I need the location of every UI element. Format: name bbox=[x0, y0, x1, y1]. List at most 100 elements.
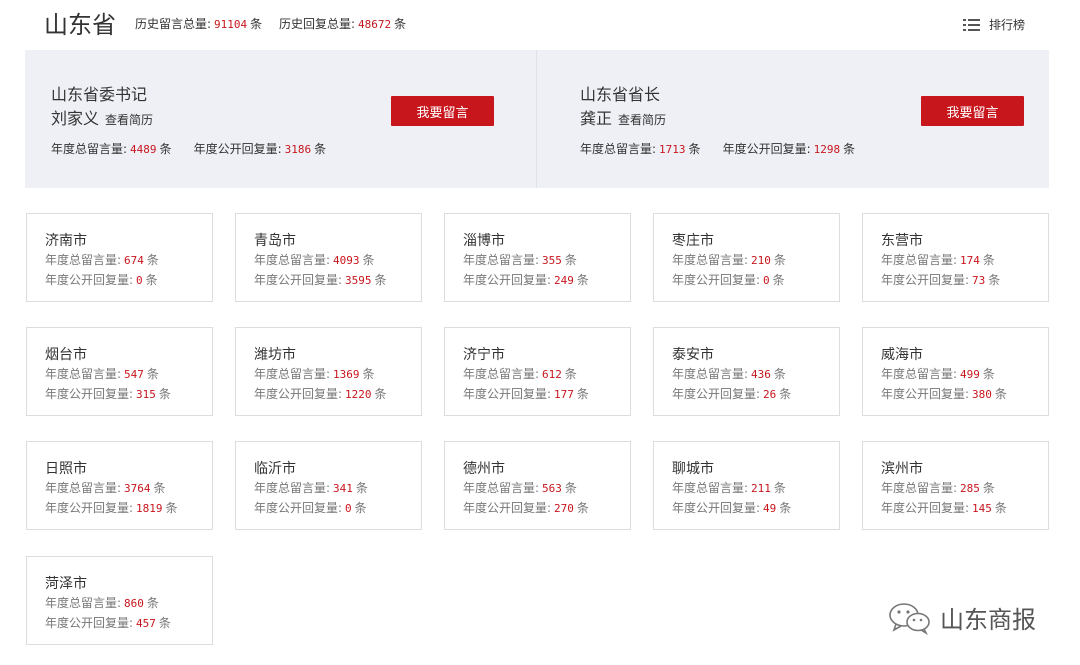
replies-label: 年度公开回复量: bbox=[463, 387, 552, 401]
city-card[interactable]: 烟台市 年度总留言量: 547 条年度公开回复量: 315 条 bbox=[26, 327, 213, 416]
city-messages: 年度总留言量: 355 条 bbox=[463, 251, 577, 268]
list-icon bbox=[963, 17, 981, 33]
city-card[interactable]: 淄博市 年度总留言量: 355 条年度公开回复量: 249 条 bbox=[444, 213, 631, 302]
messages-unit: 条 bbox=[146, 596, 159, 610]
replies-label: 年度公开回复量: bbox=[463, 273, 552, 287]
messages-label: 年度总留言量: bbox=[45, 481, 122, 495]
city-card[interactable]: 日照市 年度总留言量: 3764 条年度公开回复量: 1819 条 bbox=[26, 441, 213, 530]
city-messages: 年度总留言量: 211 条 bbox=[672, 479, 786, 496]
messages-value: 341 bbox=[333, 482, 353, 495]
city-card[interactable]: 枣庄市年度总留言量: 210 条年度公开回复量: 0 条 bbox=[653, 213, 840, 302]
city-card[interactable]: 泰安市 年度总留言量: 436 条年度公开回复量: 26 条 bbox=[653, 327, 840, 416]
history-messages-label: 历史留言总量: bbox=[135, 17, 212, 31]
replies-label: 年度公开回复量: bbox=[881, 387, 970, 401]
city-messages: 年度总留言量: 499 条 bbox=[881, 365, 995, 382]
leader-name: 龚正 bbox=[580, 109, 613, 128]
messages-label: 年度总留言量: bbox=[254, 367, 331, 381]
replies-label: 年度公开回复量: bbox=[45, 616, 134, 630]
messages-value: 355 bbox=[542, 254, 562, 267]
view-resume-link[interactable]: 查看简历 bbox=[105, 113, 153, 127]
replies-unit: 条 bbox=[374, 273, 387, 287]
messages-unit: 条 bbox=[982, 253, 995, 267]
city-name: 枣庄市 bbox=[672, 233, 714, 249]
replies-value: 1220 bbox=[345, 388, 372, 401]
city-card[interactable]: 临沂市 年度总留言量: 341 条年度公开回复量: 0 条 bbox=[235, 441, 422, 530]
messages-value: 174 bbox=[960, 254, 980, 267]
messages-label: 年度总留言量: bbox=[254, 253, 331, 267]
city-card[interactable]: 德州市 年度总留言量: 563 条年度公开回复量: 270 条 bbox=[444, 441, 631, 530]
messages-label: 年度总留言量: bbox=[463, 253, 540, 267]
city-replies: 年度公开回复量: 3595 条 bbox=[254, 271, 387, 288]
city-messages: 年度总留言量: 210 条 bbox=[672, 251, 786, 268]
city-card[interactable]: 济南市 年度总留言量: 674 条年度公开回复量: 0 条 bbox=[26, 213, 213, 302]
replies-unit: 条 bbox=[988, 273, 1001, 287]
messages-value: 547 bbox=[124, 368, 144, 381]
city-card[interactable]: 聊城市 年度总留言量: 211 条年度公开回复量: 49 条 bbox=[653, 441, 840, 530]
city-replies: 年度公开回复量: 1220 条 bbox=[254, 385, 387, 402]
replies-unit: 条 bbox=[994, 387, 1007, 401]
replies-unit: 条 bbox=[772, 273, 785, 287]
city-replies: 年度公开回复量: 0 条 bbox=[672, 271, 785, 288]
city-messages: 年度总留言量: 547 条 bbox=[45, 365, 159, 382]
leave-message-button[interactable]: 我要留言 bbox=[391, 96, 494, 126]
leader-card-secretary: 山东省委书记 刘家义 查看简历 年度总留言量: 4489 条年度公开回复量: 3186 条… bbox=[25, 50, 536, 188]
replies-unit: 条 bbox=[145, 273, 158, 287]
replies-label: 年度公开回复量: bbox=[45, 387, 134, 401]
messages-unit: 条 bbox=[773, 367, 786, 381]
watermark: 山东商报 bbox=[888, 600, 1036, 635]
replies-label: 年度公开回复量: bbox=[254, 387, 343, 401]
city-name: 滨州市 bbox=[881, 461, 923, 477]
city-replies: 年度公开回复量: 315 条 bbox=[45, 385, 171, 402]
view-resume-link[interactable]: 查看简历 bbox=[618, 113, 666, 127]
replies-value: 270 bbox=[554, 502, 574, 515]
messages-unit: 条 bbox=[159, 142, 172, 156]
replies-label: 年度公开回复量: bbox=[672, 501, 761, 515]
city-card[interactable]: 青岛市 年度总留言量: 4093 条年度公开回复量: 3595 条 bbox=[235, 213, 422, 302]
city-card[interactable]: 菏泽市 年度总留言量: 860 条年度公开回复量: 457 条 bbox=[26, 556, 213, 645]
city-replies: 年度公开回复量: 0 条 bbox=[254, 499, 367, 516]
ranking-link[interactable]: 排行榜 bbox=[963, 16, 1025, 33]
messages-unit: 条 bbox=[146, 367, 159, 381]
city-replies: 年度公开回复量: 1819 条 bbox=[45, 499, 178, 516]
messages-unit: 条 bbox=[362, 367, 375, 381]
city-name: 东营市 bbox=[881, 233, 923, 249]
messages-label: 年度总留言量: bbox=[672, 367, 749, 381]
messages-unit: 条 bbox=[688, 142, 701, 156]
leaders-panel: 山东省委书记 刘家义 查看简历 年度总留言量: 4489 条年度公开回复量: 3186 条… bbox=[25, 50, 1049, 188]
city-name: 临沂市 bbox=[254, 461, 296, 477]
messages-value: 285 bbox=[960, 482, 980, 495]
province-title: 山东省 bbox=[44, 11, 116, 39]
leader-stats: 年度总留言量: 1713 条年度公开回复量: 1298 条 bbox=[580, 140, 855, 157]
city-card[interactable]: 滨州市 年度总留言量: 285 条年度公开回复量: 145 条 bbox=[862, 441, 1049, 530]
replies-value: 380 bbox=[972, 388, 992, 401]
leave-message-button[interactable]: 我要留言 bbox=[921, 96, 1024, 126]
history-messages-unit: 条 bbox=[250, 17, 263, 31]
messages-label: 年度总留言量: bbox=[881, 367, 958, 381]
messages-label: 年度总留言量: bbox=[463, 481, 540, 495]
city-name: 菏泽市 bbox=[45, 576, 87, 592]
city-card[interactable]: 威海市 年度总留言量: 499 条年度公开回复量: 380 条 bbox=[862, 327, 1049, 416]
messages-value: 4093 bbox=[333, 254, 360, 267]
city-name: 德州市 bbox=[463, 461, 505, 477]
history-replies-unit: 条 bbox=[394, 17, 407, 31]
leader-title: 山东省省长 bbox=[580, 85, 661, 104]
city-card[interactable]: 济宁市 年度总留言量: 612 条年度公开回复量: 177 条 bbox=[444, 327, 631, 416]
city-name: 聊城市 bbox=[672, 461, 714, 477]
messages-label: 年度总留言量: bbox=[580, 142, 657, 156]
messages-unit: 条 bbox=[564, 367, 577, 381]
replies-unit: 条 bbox=[165, 501, 178, 515]
replies-value: 3595 bbox=[345, 274, 372, 287]
city-messages: 年度总留言量: 674 条 bbox=[45, 251, 159, 268]
replies-value: 0 bbox=[136, 274, 143, 287]
watermark-text: 山东商报 bbox=[940, 606, 1036, 634]
city-messages: 年度总留言量: 612 条 bbox=[463, 365, 577, 382]
city-messages: 年度总留言量: 436 条 bbox=[672, 365, 786, 382]
city-card[interactable]: 东营市 年度总留言量: 174 条年度公开回复量: 73 条 bbox=[862, 213, 1049, 302]
replies-unit: 条 bbox=[779, 501, 792, 515]
city-messages: 年度总留言量: 174 条 bbox=[881, 251, 995, 268]
city-card[interactable]: 潍坊市 年度总留言量: 1369 条年度公开回复量: 1220 条 bbox=[235, 327, 422, 416]
messages-unit: 条 bbox=[564, 253, 577, 267]
messages-value: 210 bbox=[751, 254, 771, 267]
messages-value: 499 bbox=[960, 368, 980, 381]
replies-unit: 条 bbox=[576, 501, 589, 515]
